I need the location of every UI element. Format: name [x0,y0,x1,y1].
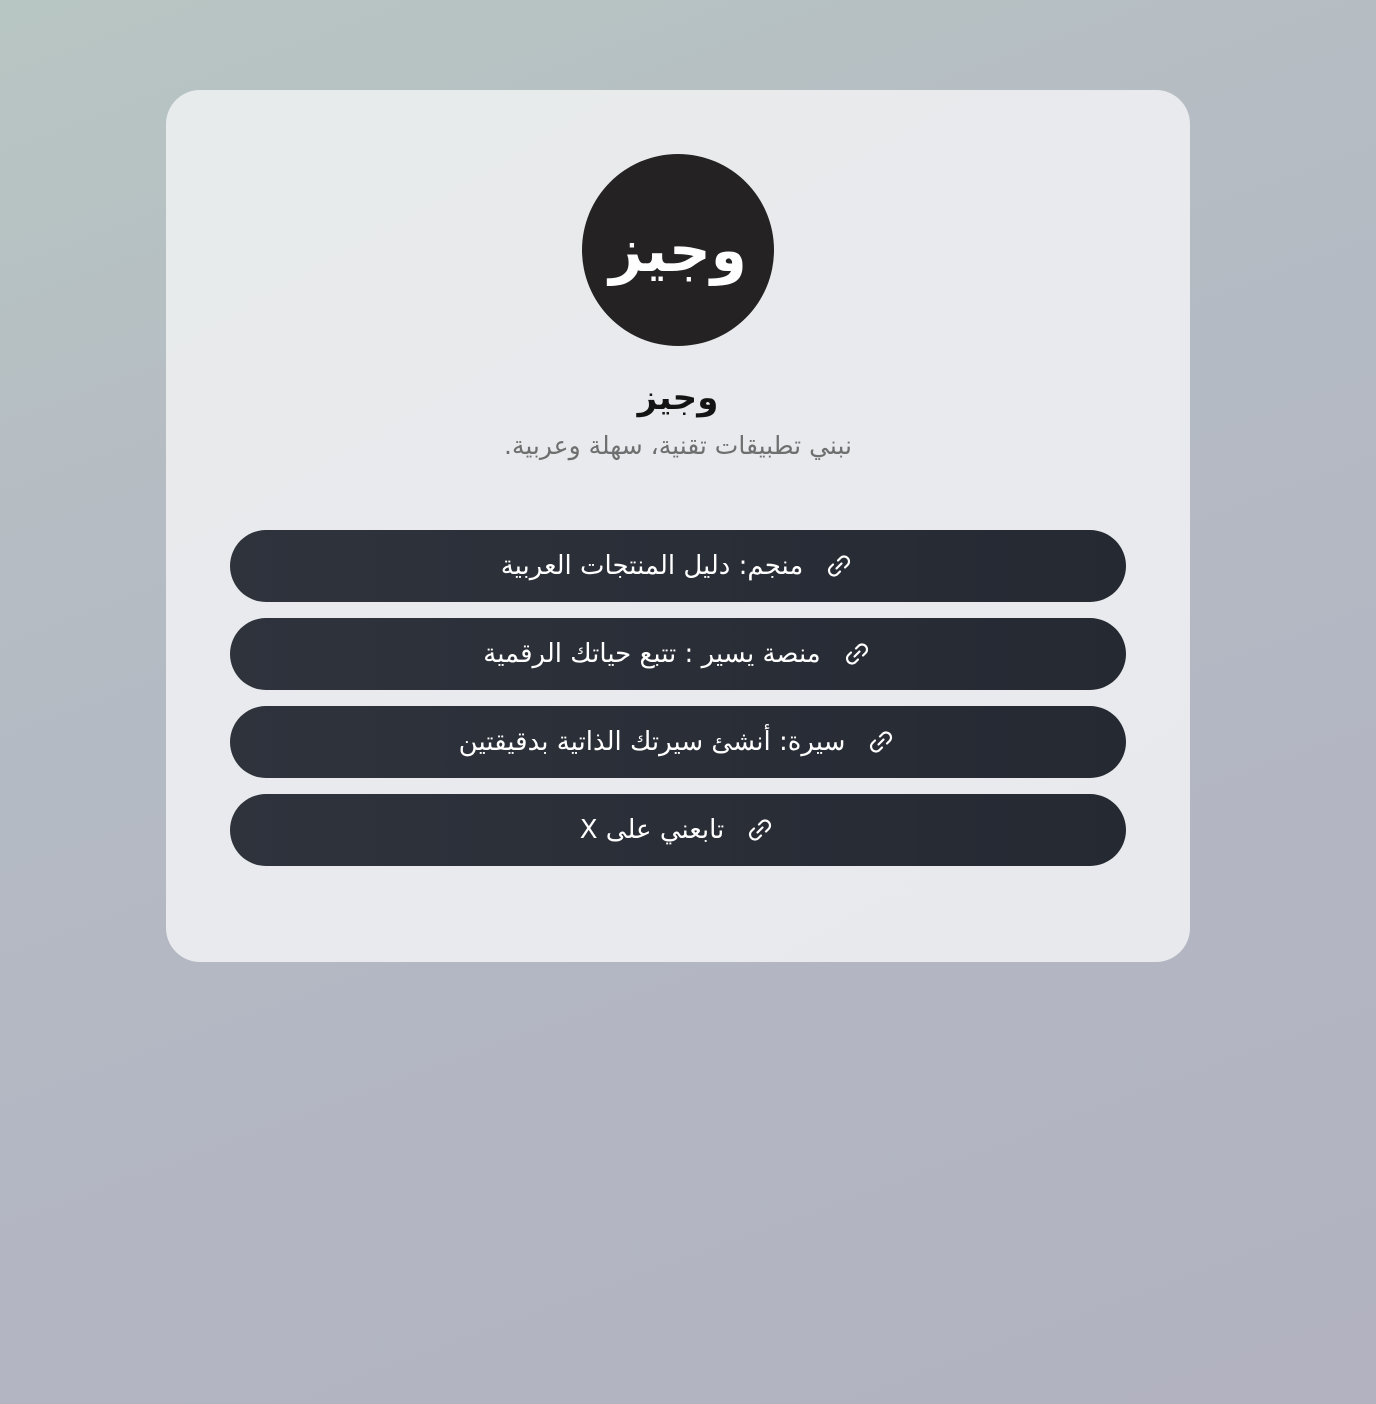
link-icon [841,638,873,670]
link-icon [744,814,776,846]
avatar-logo-text: وجيز [609,214,747,286]
link-icon [823,550,855,582]
links-list: منجم: دليل المنتجات العربية منصة يسير : … [230,530,1126,882]
link-button-follow-x[interactable]: تابعني على X [230,794,1126,866]
profile-bio: نبني تطبيقات تقنية، سهلة وعربية. [504,431,852,460]
link-label: تابعني على X [579,815,725,845]
link-button-manjam[interactable]: منجم: دليل المنتجات العربية [230,530,1126,602]
link-label: منجم: دليل المنتجات العربية [500,551,804,581]
profile-name: وجيز [637,378,719,418]
avatar: وجيز [582,154,774,346]
link-label: منصة يسير : تتبع حياتك الرقمية [483,639,821,669]
profile-card: وجيز وجيز نبني تطبيقات تقنية، سهلة وعربي… [166,90,1190,962]
link-button-yaseer[interactable]: منصة يسير : تتبع حياتك الرقمية [230,618,1126,690]
link-label: سيرة: أنشئ سيرتك الذاتية بدقيقتين [458,727,846,757]
link-button-seera[interactable]: سيرة: أنشئ سيرتك الذاتية بدقيقتين [230,706,1126,778]
link-icon [865,726,897,758]
